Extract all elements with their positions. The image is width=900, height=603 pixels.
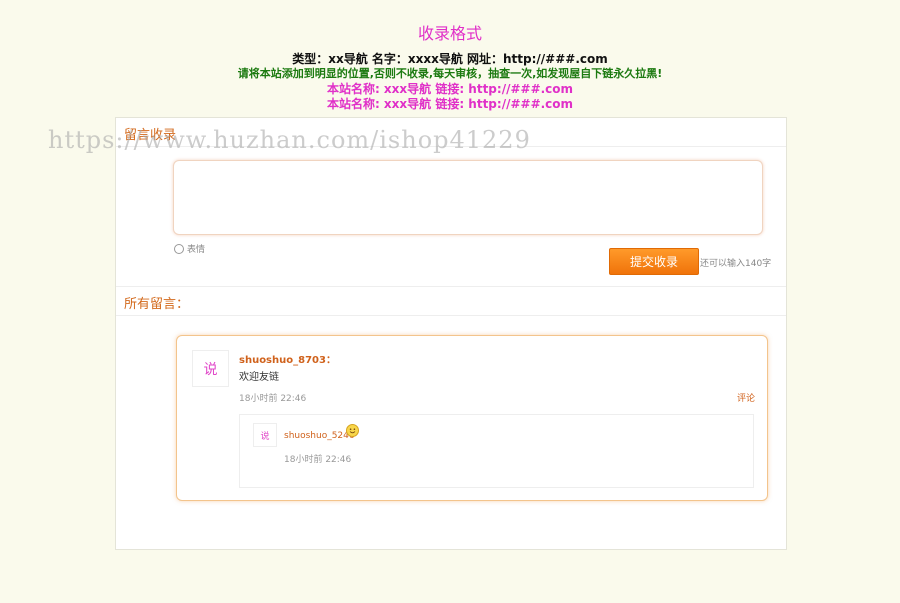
- char-count-hint: 还可以输入140字: [700, 259, 772, 269]
- example-line-2: 本站名称: xxx导航 链接: http://###.com: [326, 97, 574, 111]
- reply-link[interactable]: 评论: [737, 391, 755, 404]
- warning-line: 请将本站添加到明显的位置,否则不收录,每天审核，抽查一次,如发现屋自下链永久拉黑…: [237, 67, 663, 80]
- guestbook-panel: 留言收录 表情 提交收录 还可以输入140字 所有留言： 说 shuoshuo_…: [115, 117, 787, 550]
- avatar[interactable]: 说: [192, 350, 229, 387]
- smiley-emoji-icon: [346, 424, 359, 437]
- reply-item: 说 shuoshuo_5246 18小时前 22:46: [239, 414, 754, 488]
- comment-time: 18小时前 22:46: [239, 394, 307, 404]
- divider: [116, 315, 786, 316]
- comments-section-title: 所有留言：: [124, 297, 190, 312]
- comment-item: 说 shuoshuo_8703： 欢迎友链 18小时前 22:46 评论 说 s…: [176, 335, 768, 501]
- watermark-text: https://www.huzhan.com/ishop41229: [48, 126, 531, 154]
- reply-avatar[interactable]: 说: [253, 423, 277, 447]
- page-title: 收录格式: [417, 24, 482, 43]
- submit-button[interactable]: 提交收录: [609, 248, 699, 275]
- divider: [116, 286, 786, 287]
- emoji-button[interactable]: 表情: [174, 242, 205, 255]
- comment-text: 欢迎友链: [239, 372, 279, 383]
- reply-time: 18小时前 22:46: [284, 455, 352, 465]
- comment-username[interactable]: shuoshuo_8703：: [239, 351, 336, 366]
- message-textarea[interactable]: [173, 160, 763, 235]
- emoji-label: 表情: [187, 245, 206, 255]
- smile-icon: [174, 243, 184, 254]
- reply-username[interactable]: shuoshuo_5246: [284, 431, 355, 441]
